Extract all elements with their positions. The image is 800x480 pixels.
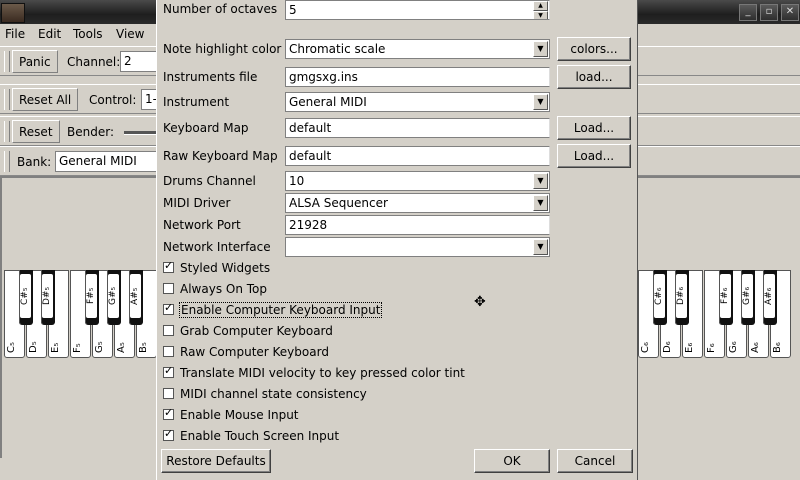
- channel-label: Channel:: [67, 55, 121, 69]
- minimize-icon[interactable]: _: [739, 4, 757, 21]
- keyboard-map-field[interactable]: default: [285, 118, 550, 138]
- piano-black-key[interactable]: C#₆: [653, 270, 667, 325]
- spin-up-icon[interactable]: ▲: [533, 1, 548, 11]
- menu-tools[interactable]: Tools: [73, 27, 103, 41]
- checkbox-unchecked-icon[interactable]: [163, 283, 174, 294]
- ok-button[interactable]: OK: [474, 449, 550, 473]
- raw-keyboard-map-label: Raw Keyboard Map: [163, 149, 278, 163]
- instrument-label: Instrument: [163, 95, 230, 109]
- enable-mouse-input-checkbox[interactable]: Enable Mouse Input: [163, 406, 299, 426]
- piano-black-key[interactable]: A#₅: [129, 270, 143, 325]
- chevron-down-icon[interactable]: ▼: [533, 94, 548, 110]
- piano-black-key[interactable]: D#₆: [675, 270, 689, 325]
- enable-computer-keyboard-checkbox[interactable]: Enable Computer Keyboard Input: [163, 301, 383, 321]
- checkbox-unchecked-icon[interactable]: [163, 325, 174, 336]
- network-interface-label: Network Interface: [163, 240, 271, 254]
- menu-file[interactable]: File: [5, 27, 25, 41]
- move-cursor-icon: ✥: [474, 294, 486, 310]
- chevron-down-icon[interactable]: ▼: [533, 195, 548, 211]
- raw-computer-keyboard-checkbox[interactable]: Raw Computer Keyboard: [163, 345, 329, 363]
- spin-down-icon[interactable]: ▼: [533, 11, 548, 19]
- reset-button[interactable]: Reset: [12, 120, 60, 143]
- preferences-dialog: Number of octaves 5 ▲ ▼ Note highlight c…: [156, 0, 638, 480]
- bender-label: Bender:: [67, 125, 114, 139]
- piano-black-key[interactable]: D#₅: [41, 270, 55, 325]
- checkbox-checked-icon[interactable]: [163, 427, 174, 441]
- note-highlight-combo[interactable]: Chromatic scale ▼: [285, 39, 550, 59]
- checkbox-checked-icon[interactable]: [163, 301, 174, 315]
- grab-computer-keyboard-checkbox[interactable]: Grab Computer Keyboard: [163, 324, 333, 342]
- checkbox-checked-icon[interactable]: [163, 406, 174, 420]
- piano-black-key[interactable]: G#₅: [107, 270, 121, 325]
- piano-black-key[interactable]: G#₆: [741, 270, 755, 325]
- chevron-down-icon[interactable]: ▼: [533, 41, 548, 57]
- piano-keyboard-left[interactable]: C₅ D₅ E₅ F₅ G₅ A₅ B₅ C#₅ D#₅ F#₅ G#₅ A#₅: [4, 270, 156, 360]
- midi-driver-combo[interactable]: ALSA Sequencer ▼: [285, 193, 550, 213]
- checkbox-unchecked-icon[interactable]: [163, 388, 174, 399]
- enable-touch-screen-checkbox[interactable]: Enable Touch Screen Input: [163, 427, 339, 447]
- close-icon[interactable]: ✕: [781, 4, 799, 21]
- piano-black-key[interactable]: A#₆: [763, 270, 777, 325]
- panic-button[interactable]: Panic: [12, 50, 58, 73]
- piano-black-key[interactable]: F#₆: [719, 270, 733, 325]
- colors-button[interactable]: colors...: [557, 37, 631, 61]
- network-interface-combo[interactable]: ▼: [285, 237, 550, 257]
- checkbox-unchecked-icon[interactable]: [163, 346, 174, 357]
- network-port-label: Network Port: [163, 218, 241, 232]
- toolbar-handle[interactable]: [4, 121, 10, 142]
- load-keyboard-map-button[interactable]: Load...: [557, 116, 631, 140]
- bender-slider[interactable]: [124, 131, 160, 135]
- load-raw-keyboard-map-button[interactable]: Load...: [557, 144, 631, 168]
- keyboard-map-label: Keyboard Map: [163, 121, 249, 135]
- maximize-icon[interactable]: ▫: [760, 4, 778, 21]
- piano-black-key[interactable]: F#₅: [85, 270, 99, 325]
- chevron-down-icon[interactable]: ▼: [533, 173, 548, 189]
- control-label: Control:: [89, 93, 137, 107]
- piano-keyboard-right[interactable]: C₆ D₆ E₆ F₆ G₆ A₆ B₆ C#₆ D#₆ F#₆ G#₆ A#₆: [638, 270, 796, 360]
- drums-channel-combo[interactable]: 10 ▼: [285, 171, 550, 191]
- always-on-top-checkbox[interactable]: Always On Top: [163, 282, 267, 300]
- instrument-combo[interactable]: General MIDI ▼: [285, 92, 550, 112]
- spin-arrows[interactable]: ▲ ▼: [533, 1, 548, 19]
- restore-defaults-button[interactable]: Restore Defaults: [161, 449, 271, 473]
- menu-view[interactable]: View: [116, 27, 144, 41]
- octaves-spinbox[interactable]: 5 ▲ ▼: [285, 0, 550, 20]
- instruments-file-field[interactable]: gmgsxg.ins: [285, 67, 550, 87]
- checkbox-checked-icon[interactable]: [163, 364, 174, 378]
- toolbar-handle[interactable]: [4, 89, 10, 110]
- cancel-button[interactable]: Cancel: [557, 449, 633, 473]
- drums-channel-label: Drums Channel: [163, 174, 256, 188]
- toolbar-handle[interactable]: [4, 151, 10, 172]
- piano-black-key[interactable]: C#₅: [19, 270, 33, 325]
- midi-driver-label: MIDI Driver: [163, 196, 231, 210]
- bank-label: Bank:: [17, 155, 52, 169]
- app-icon: [1, 3, 25, 23]
- network-port-field[interactable]: 21928: [285, 215, 550, 235]
- velocity-color-tint-checkbox[interactable]: Translate MIDI velocity to key pressed c…: [163, 364, 465, 384]
- channel-state-consistency-checkbox[interactable]: MIDI channel state consistency: [163, 387, 367, 405]
- load-instruments-button[interactable]: load...: [557, 65, 631, 89]
- styled-widgets-checkbox[interactable]: Styled Widgets: [163, 259, 270, 279]
- raw-keyboard-map-field[interactable]: default: [285, 146, 550, 166]
- chevron-down-icon[interactable]: ▼: [533, 239, 548, 255]
- checkbox-checked-icon[interactable]: [163, 259, 174, 273]
- reset-all-button[interactable]: Reset All: [12, 88, 79, 111]
- note-highlight-label: Note highlight color: [163, 42, 282, 56]
- menu-edit[interactable]: Edit: [38, 27, 61, 41]
- octaves-label: Number of octaves: [163, 2, 278, 16]
- bank-combo[interactable]: General MIDI: [55, 151, 160, 172]
- toolbar-handle[interactable]: [4, 51, 10, 72]
- instruments-file-label: Instruments file: [163, 70, 258, 84]
- channel-spinbox[interactable]: 2: [120, 51, 160, 72]
